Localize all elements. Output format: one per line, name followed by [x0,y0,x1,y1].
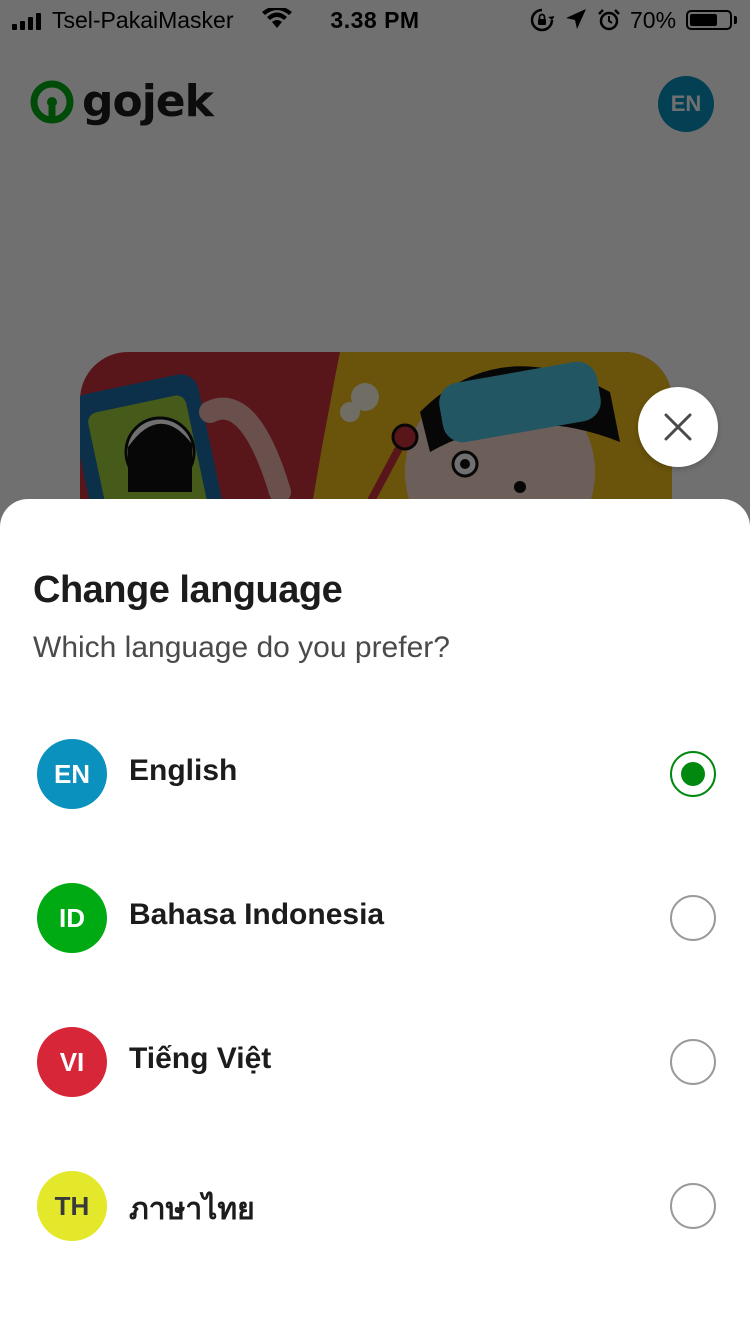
language-name: Bahasa Indonesia [129,898,385,931]
language-name: Tiếng Việt [129,1042,272,1075]
language-name: ภาษาไทย [129,1193,255,1226]
language-option-thai[interactable]: TH ภาษาไทย [0,1166,750,1266]
battery-percent: 70% [630,7,677,33]
close-icon [664,413,692,441]
sheet-title: Change language [33,569,343,611]
rotation-lock-icon [530,8,554,32]
location-arrow-icon [566,9,586,29]
sheet-subtitle: Which language do you prefer? [33,631,450,664]
battery-nub [734,16,737,24]
language-name: English [129,754,238,787]
battery-icon [686,10,732,30]
language-radio[interactable] [670,1039,716,1085]
language-radio[interactable] [670,895,716,941]
alarm-icon [598,9,620,31]
language-code-badge: ID [37,883,107,953]
language-option-bahasa-indonesia[interactable]: ID Bahasa Indonesia [0,878,750,978]
language-option-english[interactable]: EN English [0,734,750,834]
language-code-badge: EN [37,739,107,809]
radio-selected-dot [681,762,705,786]
language-code-badge: TH [37,1171,107,1241]
close-button[interactable] [638,387,718,467]
language-code-badge: VI [37,1027,107,1097]
language-radio[interactable] [670,1183,716,1229]
status-bar: Tsel-PakaiMasker 3.38 PM 70% [0,0,750,40]
language-option-tieng-viet[interactable]: VI Tiếng Việt [0,1022,750,1122]
language-radio[interactable] [670,751,716,797]
language-bottom-sheet: Change language Which language do you pr… [0,499,750,1334]
